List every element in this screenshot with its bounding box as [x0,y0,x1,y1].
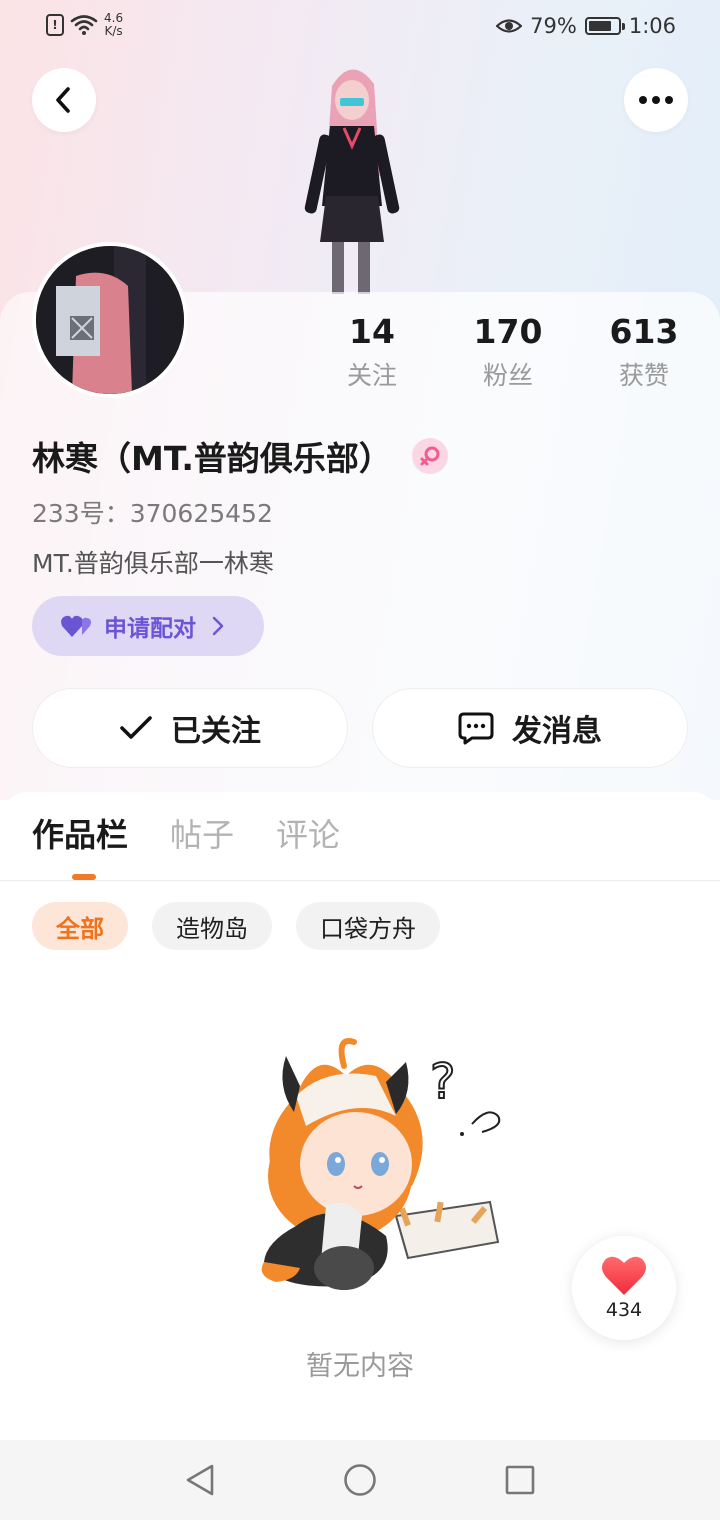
triangle-back-icon [186,1464,214,1496]
nav-home-button[interactable] [342,1462,378,1498]
eye-comfort-icon [496,19,523,33]
empty-mascot-illustration: ? [261,1038,501,1290]
system-nav-bar [0,1440,720,1520]
heart-icon [602,1256,646,1295]
chevron-left-icon [56,87,70,113]
filter-pocket-ark[interactable]: 口袋方舟 [296,902,440,950]
tab-works[interactable]: 作品栏 [32,810,128,866]
empty-state-text: 暂无内容 [306,1351,414,1382]
stat-followers-label: 粉丝 [482,361,533,390]
circle-home-icon [344,1464,376,1496]
content-tabs: 作品栏 帖子 评论 [32,810,340,866]
more-dots-icon [639,96,673,104]
more-button[interactable] [624,68,688,132]
chevron-right-icon [212,616,224,636]
battery-icon [584,17,625,35]
stat-following-label: 关注 [346,361,397,390]
net-speed-unit: K/s [104,24,123,38]
filter-all[interactable]: 全部 [32,902,128,950]
nav-back-button[interactable] [182,1462,218,1498]
tab-posts[interactable]: 帖子 [170,810,234,866]
stat-likes-value: 613 [609,312,679,351]
pair-request-button[interactable]: 申请配对 [32,596,264,656]
square-recents-icon [505,1465,535,1495]
followed-label: 已关注 [171,714,261,749]
username: 林寒（MT.普韵俱乐部） [32,439,392,478]
send-message-button[interactable]: 发消息 [372,688,688,768]
stat-following[interactable]: 14 关注 [304,312,440,396]
user-bio: MT.普韵俱乐部一林寒 [32,549,274,578]
avatar-image [36,246,184,394]
stat-followers[interactable]: 170 粉丝 [440,312,576,396]
tabs-divider [0,880,720,881]
stat-followers-value: 170 [473,312,543,351]
filter-creation-island[interactable]: 造物岛 [152,902,272,950]
alert-icon: ! [46,14,64,36]
stat-following-value: 14 [349,312,395,351]
avatar[interactable] [32,242,188,398]
character-figure-image [304,69,400,294]
battery-percent: 79% [530,14,577,38]
tab-comments[interactable]: 评论 [276,810,340,866]
pair-request-label: 申请配对 [104,616,196,642]
female-icon [411,438,448,474]
send-message-label: 发消息 [512,714,602,749]
chat-bubble-icon [458,712,494,745]
avatar-artwork [36,246,184,394]
battery-fill [588,21,611,31]
floating-like-button[interactable]: 434 [572,1236,676,1340]
status-left: ! 4.6 K/s [46,12,123,38]
like-count: 434 [605,1299,643,1321]
clock: 1:06 [628,14,676,38]
filter-chips: 全部 造物岛 口袋方舟 [32,902,440,950]
check-icon [120,716,152,739]
back-button[interactable] [32,68,96,132]
username-row: 林寒（MT.普韵俱乐部） [32,432,448,480]
followed-button[interactable]: 已关注 [32,688,348,768]
wifi-icon [70,15,98,35]
status-bar: ! 4.6 K/s 79% 1:06 [0,0,720,56]
svg-text:?: ? [430,1054,455,1110]
stat-likes[interactable]: 613 获赞 [576,312,712,396]
nav-recents-button[interactable] [502,1462,538,1498]
double-heart-icon [61,615,91,637]
profile-stats: 14 关注 170 粉丝 613 获赞 [304,312,720,398]
user-id: 233号：370625452 [32,499,273,528]
status-right: 79% 1:06 [496,14,676,38]
net-speed: 4.6 K/s [104,12,123,38]
stat-likes-label: 获赞 [618,361,669,390]
